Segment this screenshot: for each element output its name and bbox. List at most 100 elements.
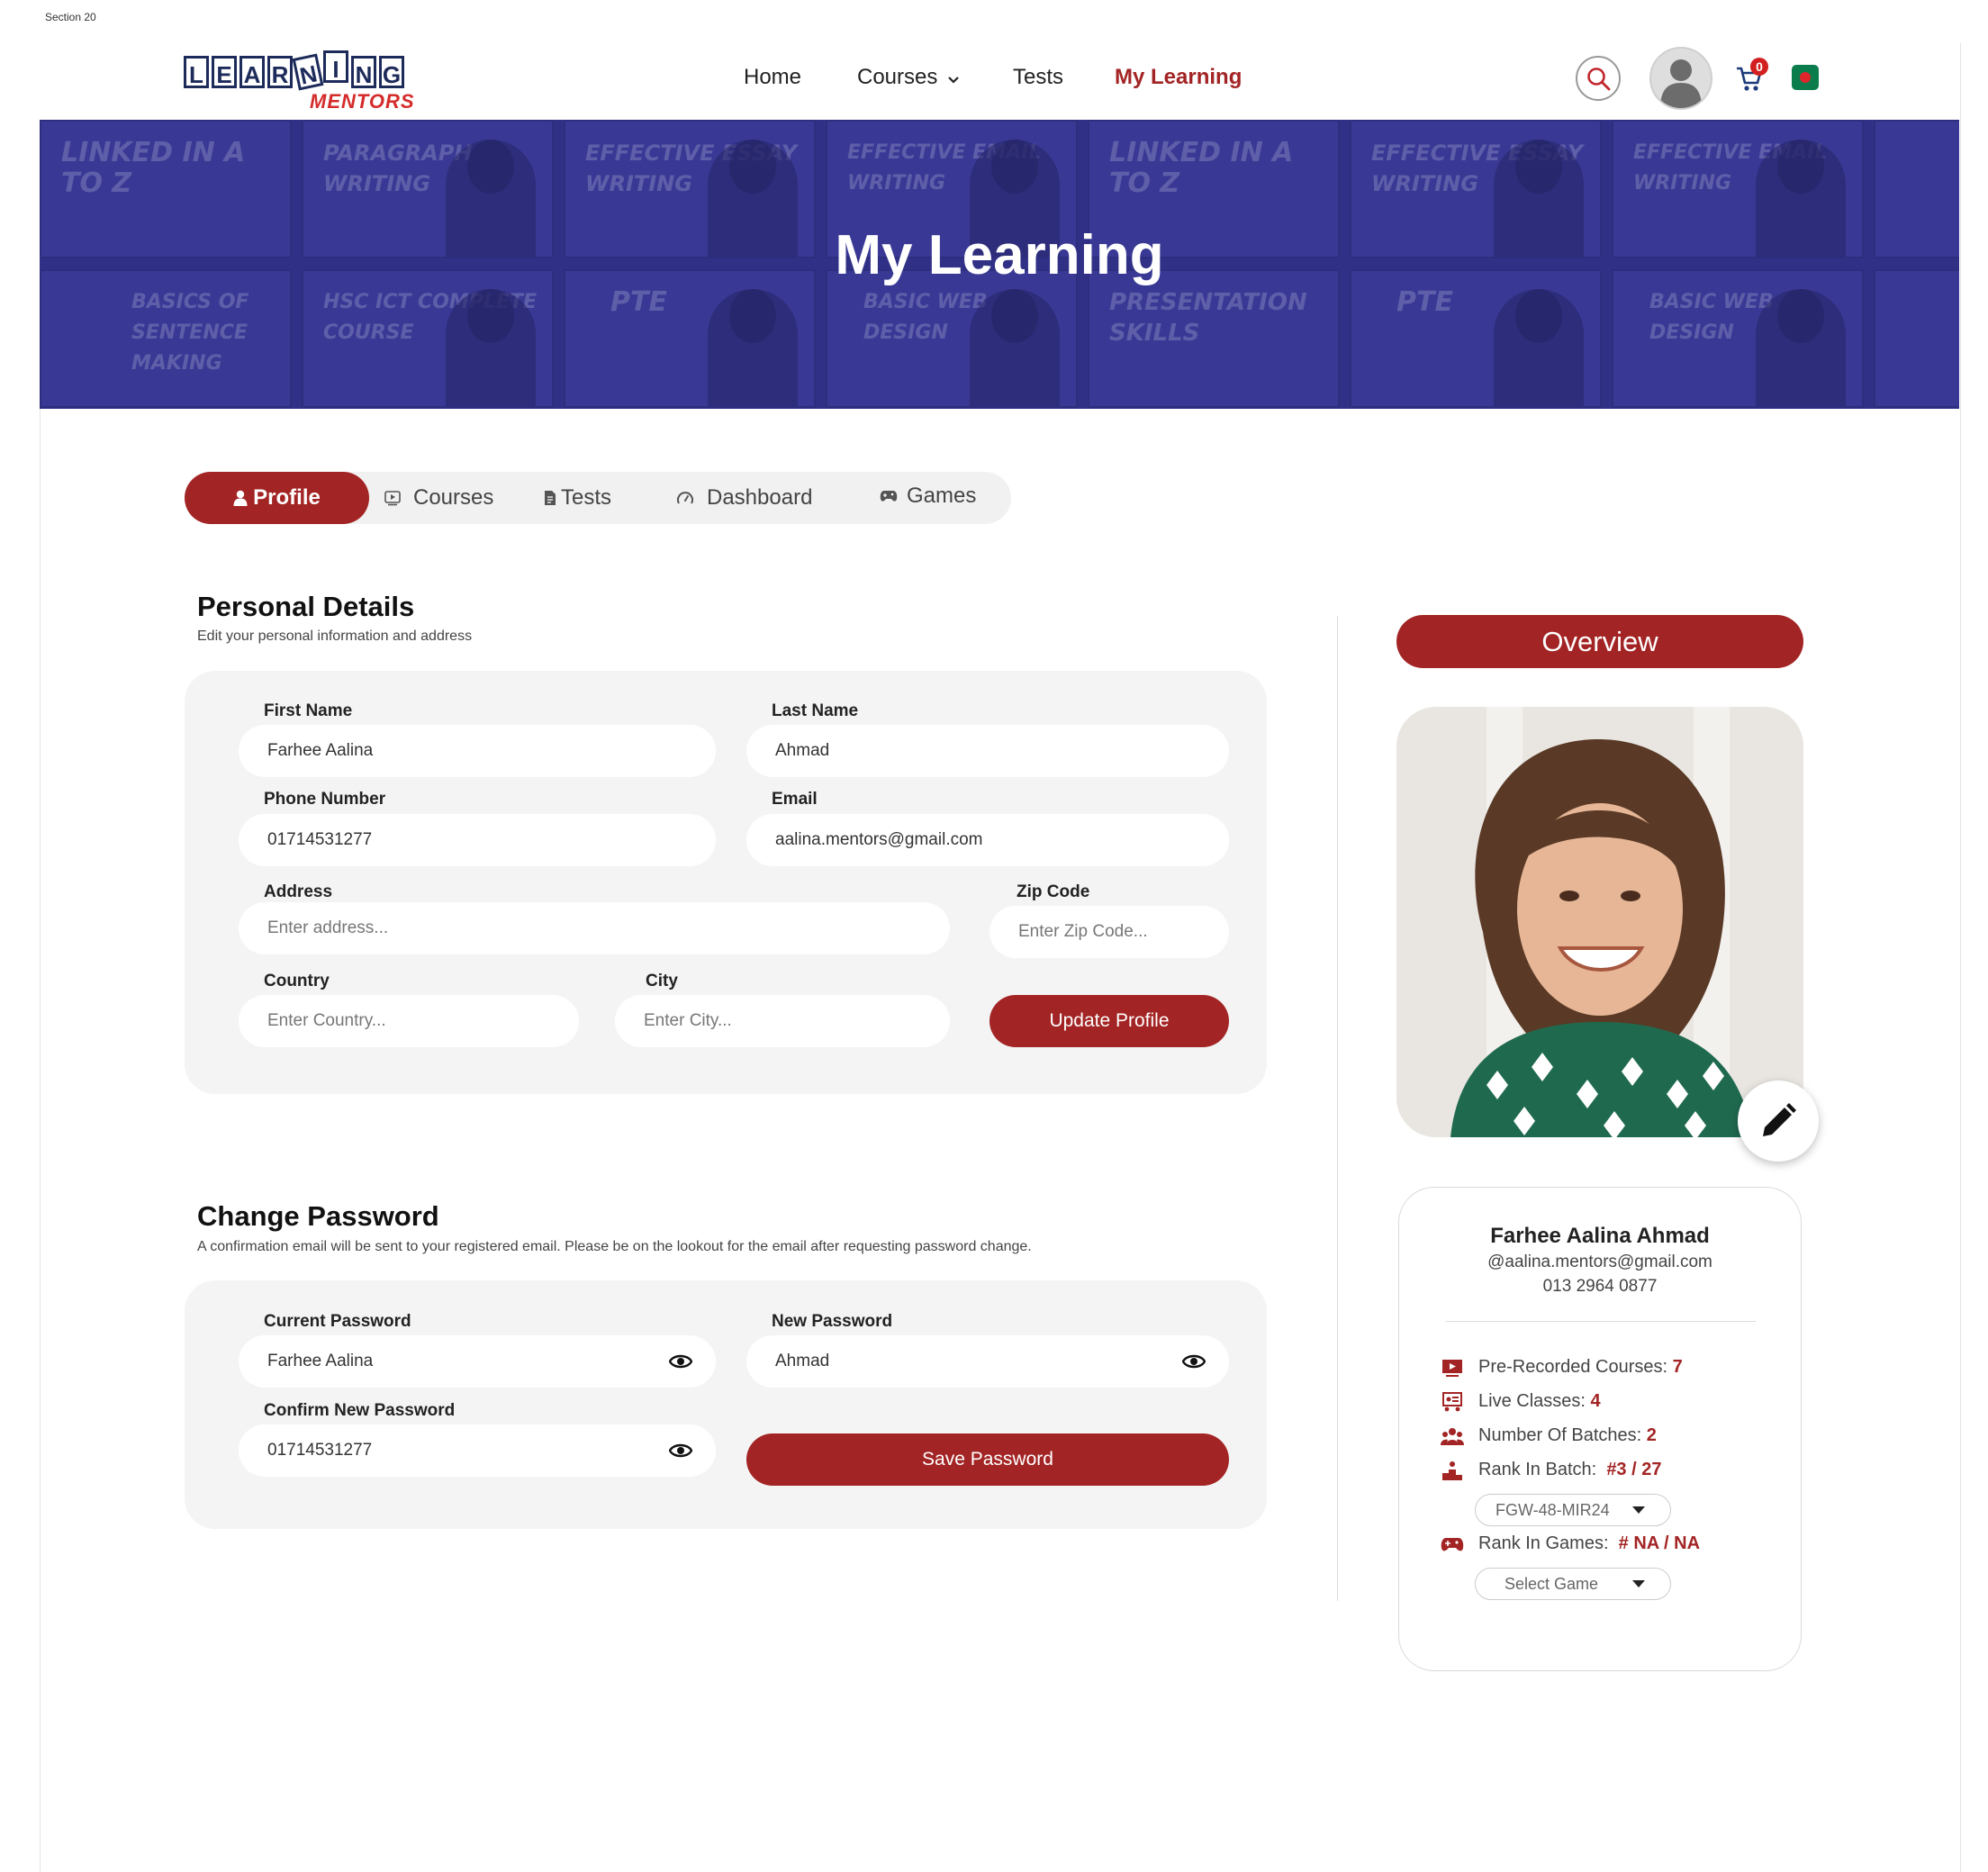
stat-prerecorded-value: 7 <box>1672 1357 1683 1377</box>
country-input[interactable]: Enter Country... <box>239 995 579 1047</box>
last-name-label: Last Name <box>772 701 859 720</box>
tab-dashboard[interactable]: Dashboard <box>676 472 812 524</box>
logo-letter: L <box>184 56 209 88</box>
nav-home[interactable]: Home <box>744 65 801 90</box>
group-icon <box>1441 1427 1464 1445</box>
logo-letter: G <box>379 56 404 88</box>
stat-rank-games: Rank In Games: # NA / NA <box>1441 1533 1700 1554</box>
personal-details-subtitle: Edit your personal information and addre… <box>197 629 473 644</box>
profile-photo <box>1396 707 1803 1137</box>
first-name-field[interactable]: Farhee Aalina <box>239 725 716 777</box>
tab-dashboard-label: Dashboard <box>707 485 813 510</box>
logo-letter: N <box>351 56 376 88</box>
nav-courses[interactable]: Courses <box>857 65 960 90</box>
caret-down-icon <box>1632 1580 1645 1587</box>
stat-live-value: 4 <box>1590 1391 1601 1411</box>
email-field[interactable]: aalina.mentors@gmail.com <box>746 814 1229 866</box>
tab-profile[interactable]: Profile <box>185 472 369 524</box>
user-full-name: Farhee Aalina Ahmad <box>1490 1224 1710 1248</box>
current-password-value: Farhee Aalina <box>267 1352 374 1370</box>
game-select-value: Select Game <box>1505 1575 1599 1593</box>
confirm-password-label: Confirm New Password <box>264 1401 456 1420</box>
tab-games[interactable]: Games <box>880 470 976 522</box>
section-label: Section 20 <box>45 11 96 23</box>
eye-icon[interactable] <box>669 1440 692 1461</box>
logo-letter: E <box>212 56 237 88</box>
phone-field[interactable]: 01714531277 <box>239 814 716 866</box>
user-avatar[interactable] <box>1649 47 1712 110</box>
profile-photo-image <box>1396 707 1803 1137</box>
address-input[interactable]: Enter address... <box>239 902 950 954</box>
gauge-icon <box>677 492 693 504</box>
stat-live-classes: Live Classes: 4 <box>1441 1391 1601 1412</box>
nav-tests[interactable]: Tests <box>1013 65 1063 90</box>
chevron-down-icon <box>948 77 959 84</box>
user-icon <box>233 490 248 506</box>
batch-select[interactable]: FGW-48-MIR24 <box>1475 1494 1671 1526</box>
game-select[interactable]: Select Game <box>1475 1568 1671 1600</box>
user-email: @aalina.mentors@gmail.com <box>1487 1253 1712 1271</box>
personal-details-title: Personal Details <box>197 591 415 622</box>
tab-profile-label: Profile <box>253 485 321 510</box>
zip-code-input[interactable]: Enter Zip Code... <box>989 906 1229 958</box>
nav-courses-label: Courses <box>857 65 938 89</box>
stat-batches: Number Of Batches: 2 <box>1441 1425 1657 1446</box>
email-label: Email <box>772 790 818 809</box>
confirm-password-value: 01714531277 <box>267 1441 373 1460</box>
gamepad-icon <box>880 491 898 502</box>
stat-rank-batch-value: #3 / 27 <box>1606 1460 1662 1479</box>
logo-letter: A <box>239 56 265 88</box>
tab-tests-label: Tests <box>561 485 612 510</box>
stat-batches-value: 2 <box>1646 1425 1657 1445</box>
user-phone: 013 2964 0877 <box>1542 1277 1658 1296</box>
city-label: City <box>646 972 678 990</box>
city-input[interactable]: Enter City... <box>615 995 950 1047</box>
current-password-field[interactable]: Farhee Aalina <box>239 1335 716 1388</box>
caret-down-icon <box>1632 1506 1645 1514</box>
live-class-icon <box>1442 1391 1462 1412</box>
phone-label: Phone Number <box>264 790 386 809</box>
top-navbar: LEARNING MENTORS Home Courses Tests My L… <box>40 43 1959 120</box>
last-name-field[interactable]: Ahmad <box>746 725 1229 777</box>
cart-count-badge: 0 <box>1750 58 1768 76</box>
eye-icon[interactable] <box>1182 1351 1206 1372</box>
video-icon <box>1442 1359 1462 1377</box>
stat-prerecorded: Pre-Recorded Courses: 7 <box>1441 1357 1683 1378</box>
video-icon <box>384 491 401 506</box>
stat-rank-games-value: # NA / NA <box>1618 1533 1701 1553</box>
nav-my-learning[interactable]: My Learning <box>1115 65 1242 90</box>
stat-batches-label: Number Of Batches: <box>1478 1425 1642 1445</box>
eye-icon[interactable] <box>669 1351 692 1372</box>
tab-tests[interactable]: Tests <box>543 472 611 524</box>
profile-tabs: Profile Courses Tests Dashboard Games <box>185 472 1011 524</box>
new-password-label: New Password <box>772 1312 893 1331</box>
stat-rank-batch-label: Rank In Batch: <box>1478 1460 1597 1479</box>
change-password-card: Current Password Farhee Aalina New Passw… <box>185 1280 1267 1529</box>
overview-card: Farhee Aalina Ahmad @aalina.mentors@gmai… <box>1398 1187 1802 1671</box>
document-icon <box>545 491 556 505</box>
stat-rank-games-label: Rank In Games: <box>1478 1533 1609 1553</box>
update-profile-button[interactable]: Update Profile <box>989 995 1229 1047</box>
site-logo[interactable]: LEARNING MENTORS <box>184 50 425 115</box>
stat-prerecorded-label: Pre-Recorded Courses: <box>1478 1357 1668 1377</box>
column-divider <box>1337 616 1338 1601</box>
stat-live-label: Live Classes: <box>1478 1391 1586 1411</box>
logo-letter: N <box>292 53 324 91</box>
new-password-field[interactable]: Ahmad <box>746 1335 1229 1388</box>
user-silhouette-icon <box>1660 59 1702 108</box>
current-password-label: Current Password <box>264 1312 411 1331</box>
pencil-icon <box>1763 1103 1796 1136</box>
page-title: My Learning <box>835 224 1164 286</box>
tab-courses[interactable]: Courses <box>384 472 493 524</box>
overview-divider <box>1446 1321 1756 1322</box>
personal-details-card: First Name Farhee Aalina Last Name Ahmad… <box>185 671 1267 1094</box>
save-password-button[interactable]: Save Password <box>746 1433 1229 1486</box>
logo-subtitle: MENTORS <box>310 90 415 113</box>
search-button[interactable] <box>1576 56 1621 101</box>
bangladesh-flag-icon[interactable] <box>1792 65 1819 90</box>
first-name-label: First Name <box>264 701 353 720</box>
edit-photo-button[interactable] <box>1738 1081 1819 1162</box>
change-password-title: Change Password <box>197 1200 439 1232</box>
tab-courses-label: Courses <box>413 485 494 510</box>
confirm-password-field[interactable]: 01714531277 <box>239 1424 716 1477</box>
